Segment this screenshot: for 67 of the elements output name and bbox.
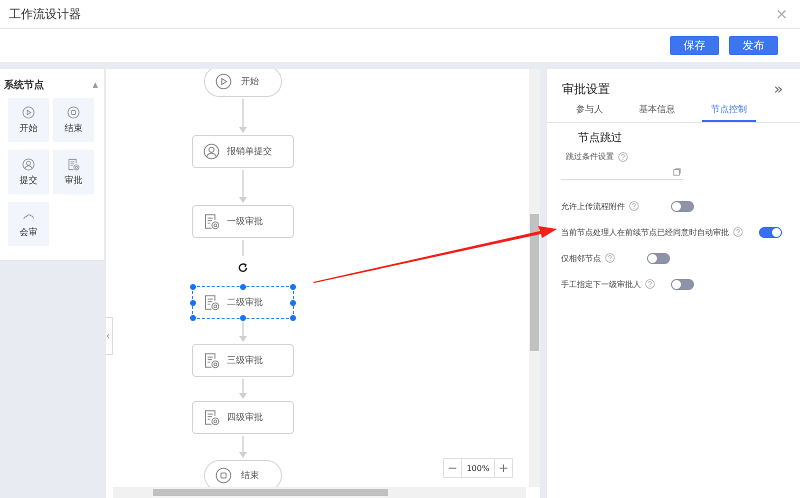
rotate-handle-icon[interactable] bbox=[238, 262, 248, 272]
document-icon bbox=[203, 409, 220, 426]
resize-handle[interactable] bbox=[190, 300, 196, 306]
tab[interactable]: 参与人 bbox=[567, 100, 612, 122]
setting-label: 手工指定下一级审批人 bbox=[561, 278, 641, 290]
field-label: 跳过条件设置 bbox=[566, 151, 614, 162]
resize-handle[interactable] bbox=[240, 315, 246, 321]
person-icon bbox=[22, 158, 35, 170]
help-icon[interactable] bbox=[618, 152, 628, 162]
toggle-switch[interactable] bbox=[759, 226, 782, 238]
play-circle-icon bbox=[215, 73, 232, 90]
help-icon[interactable] bbox=[645, 279, 655, 289]
help-icon[interactable] bbox=[733, 227, 743, 237]
resize-handle[interactable] bbox=[290, 315, 296, 321]
palette-item[interactable]: 会审 bbox=[8, 202, 49, 246]
toolbar-button[interactable]: 发布 bbox=[729, 36, 778, 55]
flow-node[interactable]: 开始 bbox=[204, 69, 282, 97]
sidebar-toggle[interactable]: ‹ bbox=[106, 317, 113, 355]
section-title: 节点跳过 bbox=[577, 130, 623, 145]
zoom-out-button[interactable]: − bbox=[444, 459, 461, 477]
panel-title: 审批设置 bbox=[562, 80, 610, 98]
tab[interactable]: 基本信息 bbox=[630, 100, 684, 122]
person-icon bbox=[203, 143, 220, 160]
resize-handle[interactable] bbox=[190, 315, 196, 321]
horizontal-scrollbar[interactable] bbox=[113, 487, 526, 498]
setting-label: 当前节点处理人在前续节点已经同意时自动审批 bbox=[561, 226, 729, 238]
toggle-switch[interactable] bbox=[647, 252, 670, 264]
palette-item[interactable]: 审批 bbox=[53, 150, 94, 194]
play-circle-icon bbox=[22, 106, 35, 118]
stop-circle-icon bbox=[67, 106, 80, 118]
setting-label: 仅相邻节点 bbox=[561, 252, 601, 264]
resize-handle[interactable] bbox=[240, 284, 246, 290]
document-icon bbox=[203, 352, 220, 369]
help-icon[interactable] bbox=[605, 253, 615, 263]
toggle-switch[interactable] bbox=[671, 200, 694, 212]
copy-icon[interactable] bbox=[673, 168, 681, 176]
resize-handle[interactable] bbox=[290, 284, 296, 290]
stop-circle-icon bbox=[215, 467, 232, 484]
zoom-level: 100% bbox=[461, 459, 495, 477]
flow-node[interactable]: 二级审批 bbox=[192, 286, 294, 319]
palette-item[interactable]: 开始 bbox=[8, 98, 49, 142]
flow-node[interactable]: 三级审批 bbox=[192, 344, 294, 377]
setting-label: 允许上传流程附件 bbox=[561, 200, 625, 212]
tab[interactable]: 节点控制 bbox=[702, 100, 756, 122]
toolbar-button[interactable]: 保存 bbox=[670, 36, 719, 55]
zoom-in-button[interactable]: + bbox=[495, 459, 512, 477]
toggle-switch[interactable] bbox=[671, 278, 694, 290]
flow-node[interactable]: 报销单提交 bbox=[192, 135, 294, 168]
document-icon bbox=[67, 158, 80, 170]
flow-node[interactable]: 四级审批 bbox=[192, 401, 294, 434]
connector-arrow bbox=[239, 379, 247, 399]
resize-handle[interactable] bbox=[290, 300, 296, 306]
connector-arrow bbox=[239, 170, 247, 203]
help-icon[interactable] bbox=[629, 201, 639, 211]
connector-arrow bbox=[239, 99, 247, 133]
expand-button[interactable]: » bbox=[774, 80, 783, 98]
document-icon bbox=[203, 213, 220, 230]
document-icon bbox=[203, 294, 220, 311]
window-title: 工作流设计器 bbox=[9, 6, 81, 22]
resize-handle[interactable] bbox=[190, 284, 196, 290]
connector-arrow bbox=[239, 321, 247, 342]
vertical-scrollbar[interactable] bbox=[529, 69, 540, 487]
section-title: 系统节点 bbox=[4, 78, 44, 92]
connector-arrow bbox=[239, 436, 247, 458]
palette-item[interactable]: 结束 bbox=[53, 98, 94, 142]
palette-item[interactable]: 提交 bbox=[8, 150, 49, 194]
flow-node[interactable]: 一级审批 bbox=[192, 205, 294, 238]
